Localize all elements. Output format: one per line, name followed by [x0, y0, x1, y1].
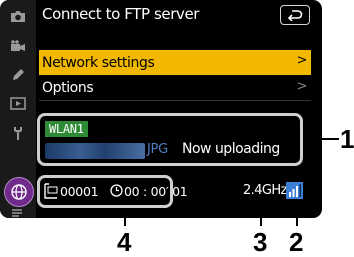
callout-number-3: 3 [253, 227, 268, 257]
callout-number-4: 4 [117, 227, 132, 257]
menu-item-label: Network settings [42, 54, 155, 71]
camera-icon[interactable] [8, 7, 28, 25]
callout-number-2: 2 [289, 227, 304, 257]
my-menu-icon[interactable] [8, 208, 28, 218]
callout-line-4 [124, 208, 126, 226]
chevron-right-icon: > [296, 53, 308, 68]
upload-status-text: Now uploading [182, 141, 280, 157]
clock-icon [110, 184, 123, 197]
menu-item-label: Options [42, 80, 94, 96]
menu-item-options[interactable]: Options > [39, 76, 311, 101]
frequency-band: 2.4GHz [243, 183, 287, 198]
callout-line-2 [296, 202, 298, 226]
back-button[interactable] [280, 5, 310, 25]
globe-network-icon [11, 184, 27, 200]
menu-sidebar [0, 0, 36, 218]
signal-strength-icon [286, 182, 303, 199]
movie-camera-icon[interactable] [8, 37, 28, 55]
page-title: Connect to FTP server [42, 5, 200, 23]
remaining-images-icon [44, 183, 58, 199]
menu-item-network-settings[interactable]: Network settings > [39, 50, 311, 75]
callout-number-1: 1 [340, 124, 354, 154]
upload-status-panel: WLAN1 JPG Now uploading [37, 113, 303, 166]
callout-line-3 [260, 202, 262, 226]
return-arrow-icon [287, 10, 303, 21]
callout-line-1 [303, 138, 339, 140]
pencil-icon[interactable] [8, 66, 28, 84]
blurred-filename [45, 143, 145, 159]
network-badge: WLAN1 [45, 121, 88, 137]
file-extension: JPG [147, 142, 168, 157]
network-menu-tab[interactable] [4, 177, 34, 207]
remaining-info-panel: 00001 00 : 00′ 01 [37, 175, 188, 208]
remaining-count: 00001 [60, 184, 99, 199]
camera-screen: Connect to FTP server Network settings >… [0, 0, 322, 218]
wrench-icon[interactable] [8, 124, 28, 142]
playback-icon[interactable] [8, 94, 28, 112]
remaining-time: 00 : 00′ 01 [124, 184, 188, 199]
chevron-right-icon: > [296, 79, 308, 94]
